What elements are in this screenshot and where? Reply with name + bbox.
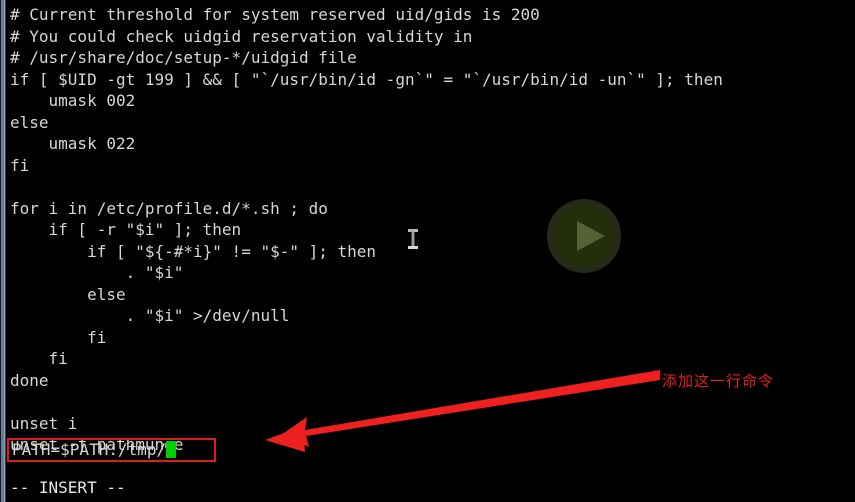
code-line: # You could check uidgid reservation val… xyxy=(10,26,473,46)
annotation-label: 添加这一行命令 xyxy=(662,372,775,390)
play-triangle-icon xyxy=(577,221,605,251)
text-cursor xyxy=(166,441,177,458)
code-line: . "$i" xyxy=(10,263,184,282)
code-line: else xyxy=(10,284,126,304)
code-line: fi xyxy=(10,349,68,368)
code-line: # Current threshold for system reserved … xyxy=(10,5,540,24)
vi-mode-status: -- INSERT -- xyxy=(10,478,126,497)
code-line: fi xyxy=(10,327,107,347)
i-beam-cursor-icon xyxy=(408,229,418,249)
play-button-icon[interactable] xyxy=(547,199,621,273)
code-line: else xyxy=(10,112,49,132)
code-line: if [ "${-#*i}" != "$-" ]; then xyxy=(10,241,377,261)
code-line: fi xyxy=(10,155,30,175)
code-line: umask 002 xyxy=(10,91,136,110)
path-line[interactable]: PATH=$PATH:/tmp/ xyxy=(9,440,214,460)
code-line: if [ -r "$i" ]; then xyxy=(10,220,242,239)
terminal-screen: # Current threshold for system reserved … xyxy=(0,0,855,502)
code-line: if [ $UID -gt 199 ] && [ "`/usr/bin/id -… xyxy=(10,69,723,89)
path-line-text: PATH=$PATH:/tmp/ xyxy=(12,440,167,459)
code-line: # /usr/share/doc/setup-*/uidgid file xyxy=(10,48,357,67)
highlighted-path-line-box: PATH=$PATH:/tmp/ xyxy=(7,438,216,462)
code-line: for i in /etc/profile.d/*.sh ; do xyxy=(10,198,328,218)
code-line: umask 022 xyxy=(10,134,136,153)
code-line: . "$i" >/dev/null xyxy=(10,306,290,325)
code-line: unset i xyxy=(10,413,78,433)
editor-text-area[interactable]: # Current threshold for system reserved … xyxy=(0,0,855,502)
